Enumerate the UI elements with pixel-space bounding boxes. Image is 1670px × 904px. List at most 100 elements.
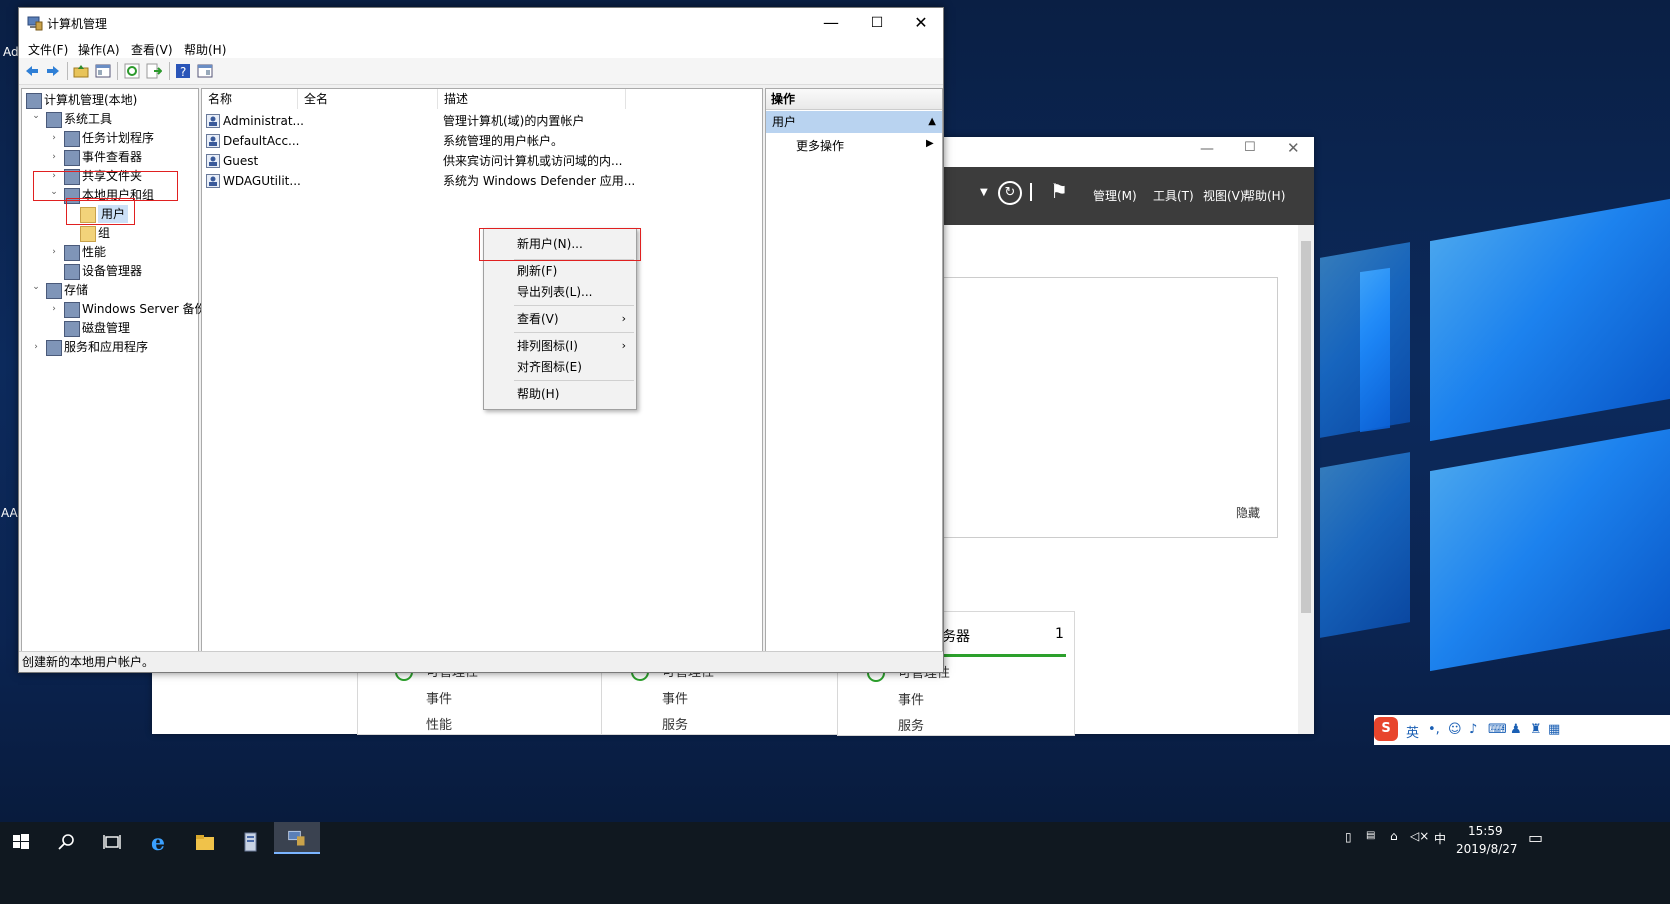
- punctuation-icon[interactable]: •,: [1428, 722, 1440, 737]
- menu-item-refresh[interactable]: 刷新(F): [484, 260, 636, 282]
- server-manager-taskbar-icon[interactable]: [238, 830, 264, 854]
- tile-title: 务器: [942, 629, 970, 645]
- table-row[interactable]: DefaultAcc... 系统管理的用户帐户。: [202, 131, 762, 151]
- menu-item-arrange-icons[interactable]: 排列图标(I) ›: [484, 335, 636, 357]
- submenu-arrow-icon[interactable]: ▶: [926, 138, 934, 149]
- grid-icon[interactable]: ▦: [1548, 722, 1560, 737]
- collapsed-chevron-icon[interactable]: ›: [31, 338, 41, 356]
- internet-explorer-icon[interactable]: e: [147, 830, 173, 854]
- dropdown-arrow-icon[interactable]: ▼: [980, 187, 988, 198]
- action-center-icon[interactable]: ▭: [1528, 828, 1543, 847]
- expanded-chevron-icon[interactable]: ⌄: [31, 278, 41, 296]
- column-header-name[interactable]: 名称: [202, 89, 298, 109]
- node-icon: [64, 264, 80, 280]
- tile-line[interactable]: 事件: [426, 688, 452, 707]
- sm-scrollbar-thumb[interactable]: [1301, 241, 1311, 613]
- keyboard-icon[interactable]: ⌨: [1488, 722, 1507, 737]
- clock-date[interactable]: 2019/8/27: [1456, 842, 1518, 856]
- help-icon[interactable]: ?: [175, 63, 191, 79]
- expanded-chevron-icon[interactable]: ⌄: [31, 107, 41, 125]
- sm-menu-manage[interactable]: 管理(M): [1093, 187, 1137, 204]
- file-explorer-icon[interactable]: [192, 830, 218, 854]
- menu-item-help[interactable]: 帮助(H): [484, 383, 636, 405]
- ime-mode[interactable]: 英: [1406, 722, 1419, 741]
- back-arrow-icon[interactable]: [24, 63, 40, 79]
- user-account-icon: [206, 114, 220, 128]
- tile-line[interactable]: 事件: [898, 689, 924, 708]
- collapsed-chevron-icon[interactable]: ›: [49, 243, 59, 261]
- menu-file[interactable]: 文件(F): [28, 41, 68, 58]
- status-bar: 创建新的本地用户帐户。: [19, 651, 943, 672]
- toolbar-separator: [169, 62, 170, 80]
- toolbar-separator: [117, 62, 118, 80]
- sm-menu-help[interactable]: 帮助(H): [1243, 187, 1285, 204]
- collapsed-chevron-icon[interactable]: ›: [49, 148, 59, 166]
- export-list-icon[interactable]: [146, 63, 162, 79]
- menu-item-export-list[interactable]: 导出列表(L)...: [484, 281, 636, 303]
- vm-icon[interactable]: ▤: [1366, 830, 1375, 841]
- column-header-fullname[interactable]: 全名: [298, 89, 438, 109]
- tile-line[interactable]: 服务: [662, 714, 688, 733]
- menu-item-line-up-icons[interactable]: 对齐图标(E): [484, 356, 636, 378]
- volume-icon[interactable]: ◁×: [1410, 829, 1429, 843]
- properties-icon[interactable]: [197, 63, 213, 79]
- svg-text:?: ?: [180, 65, 186, 79]
- column-header-description[interactable]: 描述: [438, 89, 626, 109]
- user-icon[interactable]: ♟: [1510, 722, 1522, 737]
- emoji-icon[interactable]: ☺: [1448, 722, 1462, 737]
- search-icon[interactable]: [54, 830, 80, 854]
- refresh-icon[interactable]: [124, 63, 140, 79]
- tree-node-label: 事件查看器: [82, 150, 143, 164]
- table-row[interactable]: Guest 供来宾访问计算机或访问域的内...: [202, 151, 762, 171]
- network-icon[interactable]: ⌂: [1390, 829, 1398, 843]
- collapsed-chevron-icon[interactable]: ›: [49, 129, 59, 147]
- refresh-icon[interactable]: ↻: [998, 181, 1022, 205]
- ime-language-indicator[interactable]: 中: [1434, 830, 1446, 847]
- cell-description: 系统管理的用户帐户。: [443, 134, 564, 148]
- actions-pane: 操作 用户 ▲ 更多操作 ▶: [765, 88, 943, 652]
- tile-line[interactable]: 服务: [898, 715, 924, 734]
- more-actions[interactable]: 更多操作: [796, 137, 844, 154]
- menu-item-label: 排列图标(I): [517, 339, 578, 353]
- hide-link[interactable]: 隐藏: [1236, 504, 1260, 521]
- sogou-logo-icon[interactable]: S: [1374, 717, 1398, 741]
- close-icon[interactable]: ✕: [899, 8, 943, 38]
- menu-view[interactable]: 查看(V): [131, 41, 173, 58]
- sm-menu-tools[interactable]: 工具(T): [1153, 187, 1194, 204]
- forward-arrow-icon[interactable]: [45, 63, 61, 79]
- tile-line[interactable]: 事件: [662, 688, 688, 707]
- collapsed-chevron-icon[interactable]: ›: [49, 300, 59, 318]
- up-folder-icon[interactable]: [73, 63, 89, 79]
- microphone-icon[interactable]: ♪: [1469, 722, 1477, 737]
- minimize-icon[interactable]: —: [809, 8, 853, 38]
- close-icon[interactable]: ✕: [1287, 139, 1300, 157]
- menu-item-view[interactable]: 查看(V) ›: [484, 308, 636, 330]
- tree-node-label: Windows Server 备份: [82, 302, 207, 316]
- maximize-icon[interactable]: ☐: [855, 8, 899, 38]
- skin-icon[interactable]: ♜: [1530, 722, 1542, 737]
- table-row[interactable]: Administrat... 管理计算机(域)的内置帐户: [202, 111, 762, 131]
- minimize-icon[interactable]: —: [1200, 141, 1214, 157]
- actions-section-users[interactable]: 用户 ▲: [766, 111, 942, 133]
- flag-icon[interactable]: ⚑: [1050, 179, 1068, 203]
- usb-icon[interactable]: ▯: [1345, 830, 1352, 844]
- more-actions-label: 更多操作: [796, 139, 845, 153]
- menu-help[interactable]: 帮助(H): [184, 41, 226, 58]
- cell-name: Guest: [223, 154, 259, 168]
- desktop-icon-label-1[interactable]: Ad: [3, 45, 19, 59]
- menu-action[interactable]: 操作(A): [78, 41, 120, 58]
- divider: [1030, 183, 1032, 201]
- tree-node-label: 存储: [64, 283, 89, 297]
- show-hide-tree-icon[interactable]: [95, 63, 111, 79]
- table-row[interactable]: WDAGUtilit... 系统为 Windows Defender 应用...: [202, 171, 762, 191]
- active-taskbar-item[interactable]: [274, 822, 320, 854]
- clock-time[interactable]: 15:59: [1468, 824, 1503, 838]
- start-windows-icon[interactable]: [8, 830, 34, 854]
- titlebar[interactable]: 计算机管理 — ☐ ✕: [19, 8, 943, 38]
- sm-menu-view[interactable]: 视图(V): [1203, 187, 1245, 204]
- task-view-icon[interactable]: [99, 830, 125, 854]
- collapse-arrow-icon[interactable]: ▲: [928, 111, 936, 133]
- tile-line[interactable]: 性能: [426, 714, 452, 733]
- maximize-icon[interactable]: ☐: [1244, 140, 1256, 155]
- ime-toolbar: S 英 •, ☺ ♪ ⌨ ♟ ♜ ▦: [1374, 715, 1670, 745]
